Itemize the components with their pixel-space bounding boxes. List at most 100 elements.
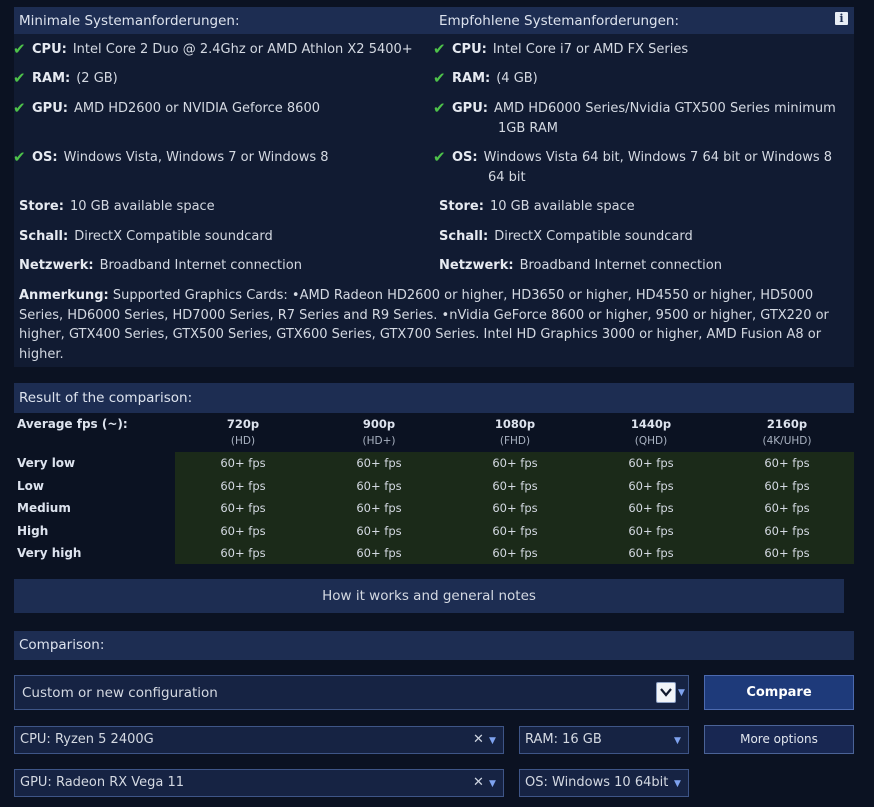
note-text: Supported Graphics Cards: •AMD Radeon HD… [19,288,829,362]
os-select-value: OS: Windows 10 64bit [525,775,669,790]
check-icon: ✔ [13,99,26,117]
min-store-value: 10 GB available space [69,199,215,214]
fps-cell: 60+ fps [764,546,810,560]
resolution-720p: 720p [226,417,260,431]
chevron-down-icon[interactable]: ▼ [489,779,496,789]
configuration-select-value: Custom or new configuration [22,685,218,701]
rec-network: Netzwerk: Broadband Internet connection [439,256,722,275]
chevron-down-icon[interactable]: ▼ [674,736,681,746]
min-gpu-label: GPU: [32,101,68,116]
check-icon: ✔ [433,69,446,87]
fps-cell: 60+ fps [356,524,402,538]
fps-cell: 60+ fps [764,479,810,493]
fps-cell: 60+ fps [356,501,402,515]
min-store: Store: 10 GB available space [19,197,215,216]
more-options-button[interactable]: More options [704,725,854,754]
resolution-720p-sub: (HD) [230,435,256,447]
rec-gpu-value: AMD HD6000 Series/Nvidia GTX500 Series m… [493,101,836,116]
how-it-works-button[interactable]: How it works and general notes [14,579,844,613]
minimum-requirements-title: Minimale Systemanforderungen: [19,13,240,29]
chevron-down-icon[interactable]: ▼ [674,779,681,789]
chevron-down-icon[interactable]: ▼ [489,736,496,746]
min-os-label: OS: [32,150,58,165]
rec-store-value: 10 GB available space [489,199,635,214]
min-sound-value: DirectX Compatible soundcard [74,229,273,244]
row-label-very-low: Very low [17,456,76,470]
rec-cpu: CPU: Intel Core i7 or AMD FX Series [452,40,688,59]
dropdown-caret-icon: ▼ [678,688,685,698]
check-icon: ✔ [433,40,446,58]
min-network-value: Broadband Internet connection [99,258,302,273]
check-icon: ✔ [13,69,26,87]
row-label-high: High [17,524,49,538]
rec-gpu-label: GPU: [452,101,488,116]
rec-store-label: Store: [439,199,484,214]
min-network-label: Netzwerk: [19,258,94,273]
min-cpu: CPU: Intel Core 2 Duo @ 2.4Ghz or AMD Ath… [32,40,413,59]
resolution-2160p-sub: (4K/UHD) [762,435,812,447]
note-label: Anmerkung: [19,288,109,303]
resolution-2160p: 2160p [766,417,808,431]
min-cpu-label: CPU: [32,42,67,57]
check-icon: ✔ [13,148,26,166]
clear-x-icon[interactable]: ✕ [473,775,484,790]
fps-cell: 60+ fps [492,456,538,470]
resolution-1080p-sub: (FHD) [499,435,531,447]
rec-os-label: OS: [452,150,478,165]
min-os-value: Windows Vista, Windows 7 or Windows 8 [63,150,329,165]
check-icon: ✔ [433,99,446,117]
rec-gpu: GPU: AMD HD6000 Series/Nvidia GTX500 Seri… [452,99,836,118]
rec-network-value: Broadband Internet connection [519,258,722,273]
clear-x-icon[interactable]: ✕ [473,732,484,747]
result-title: Result of the comparison: [19,390,193,406]
fps-cell: 60+ fps [628,456,674,470]
rec-cpu-label: CPU: [452,42,487,57]
min-store-label: Store: [19,199,64,214]
compare-button[interactable]: Compare [704,675,854,710]
rec-store: Store: 10 GB available space [439,197,635,216]
recommended-requirements-title: Empfohlene Systemanforderungen: [439,13,680,29]
fps-cell: 60+ fps [220,479,266,493]
resolution-1440p: 1440p [630,417,672,431]
fps-cell: 60+ fps [220,546,266,560]
min-network: Netzwerk: Broadband Internet connection [19,256,302,275]
fps-cell: 60+ fps [764,456,810,470]
rec-os-value-cont: 64 bit [488,170,526,185]
min-cpu-value: Intel Core 2 Duo @ 2.4Ghz or AMD Athlon … [72,42,413,57]
resolution-1080p: 1080p [494,417,536,431]
cpu-select-value: CPU: Ryzen 5 2400G [20,732,154,747]
fps-cell: 60+ fps [764,501,810,515]
fps-cell: 60+ fps [356,479,402,493]
comparison-header [14,631,854,660]
fps-cell: 60+ fps [492,546,538,560]
fps-cell: 60+ fps [220,524,266,538]
rec-gpu-value-cont: 1GB RAM [498,121,559,136]
min-sound: Schall: DirectX Compatible soundcard [19,227,273,246]
graphics-note: Anmerkung: Supported Graphics Cards: •AM… [19,286,849,364]
rec-os: OS: Windows Vista 64 bit, Windows 7 64 bi… [452,148,832,167]
rec-network-label: Netzwerk: [439,258,514,273]
check-icon: ✔ [433,148,446,166]
fps-cell: 60+ fps [628,546,674,560]
rec-sound-label: Schall: [439,229,489,244]
rec-ram: RAM: (4 GB) [452,69,538,88]
check-icon: ✔ [13,40,26,58]
chevron-down-icon[interactable] [656,682,676,703]
min-gpu-value: AMD HD2600 or NVIDIA Geforce 8600 [73,101,320,116]
min-ram-label: RAM: [32,71,71,86]
fps-cell: 60+ fps [220,501,266,515]
min-gpu: GPU: AMD HD2600 or NVIDIA Geforce 8600 [32,99,320,118]
fps-cell: 60+ fps [492,501,538,515]
min-sound-label: Schall: [19,229,69,244]
rec-sound-value: DirectX Compatible soundcard [494,229,693,244]
min-os: OS: Windows Vista, Windows 7 or Windows 8 [32,148,329,167]
fps-cell: 60+ fps [492,524,538,538]
rec-cpu-value: Intel Core i7 or AMD FX Series [492,42,689,57]
resolution-1440p-sub: (QHD) [634,435,668,447]
fps-cell: 60+ fps [220,456,266,470]
fps-cell: 60+ fps [356,456,402,470]
row-label-medium: Medium [17,501,71,515]
rec-sound: Schall: DirectX Compatible soundcard [439,227,693,246]
info-icon[interactable]: i [835,12,848,25]
ram-select-value: RAM: 16 GB [525,732,602,747]
